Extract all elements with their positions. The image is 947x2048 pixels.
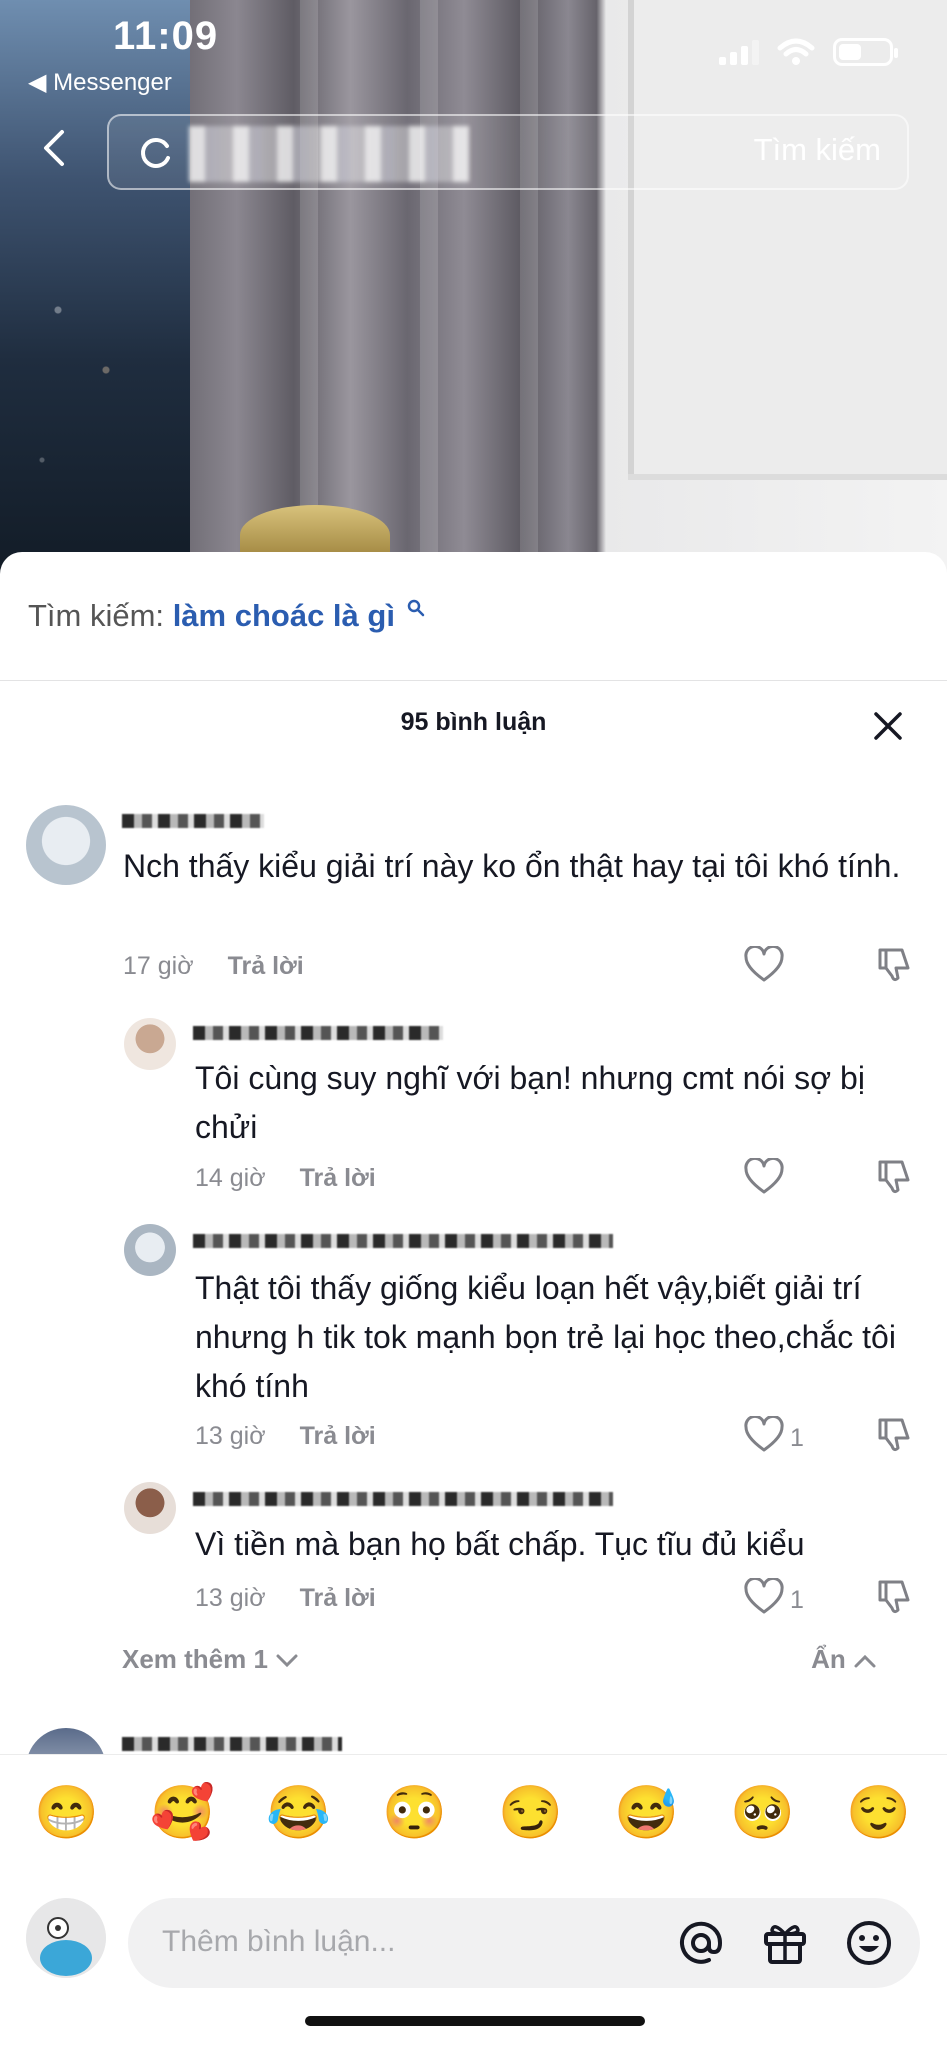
- my-avatar[interactable]: [26, 1898, 106, 1978]
- close-icon[interactable]: [872, 710, 904, 742]
- view-more-label: Xem thêm 1: [122, 1644, 268, 1674]
- heart-icon[interactable]: [744, 1416, 784, 1454]
- username-blurred[interactable]: [193, 1234, 613, 1248]
- avatar-illustration: [26, 1898, 106, 1978]
- comment-input[interactable]: Thêm bình luận...: [128, 1898, 920, 1988]
- dislike-icon[interactable]: [874, 1416, 912, 1454]
- username-blurred[interactable]: [122, 1737, 342, 1751]
- like-count: 1: [790, 1424, 804, 1452]
- dislike-icon[interactable]: [874, 1578, 912, 1616]
- comment-meta: 17 giờ Trả lời: [123, 952, 304, 981]
- avatar[interactable]: [26, 805, 106, 885]
- suggestion-label: Tìm kiếm:: [28, 598, 165, 633]
- like-count: 1: [790, 1586, 804, 1614]
- comment-count: 95 bình luận: [400, 708, 547, 736]
- emoji-button[interactable]: 😏: [498, 1783, 563, 1843]
- suggestion-query[interactable]: làm choác là gì: [173, 598, 395, 633]
- comment-time: 13 giờ: [195, 1584, 266, 1612]
- comment-time: 14 giờ: [195, 1164, 266, 1192]
- hide-replies[interactable]: Ẩn: [811, 1644, 877, 1675]
- comment-meta: 14 giờ Trả lời: [195, 1164, 376, 1193]
- wifi-icon: [777, 38, 815, 65]
- emoji-bar: 😁 🥰 😂 😳 😏 😅 🥺 😌: [0, 1754, 947, 1875]
- back-to-messenger[interactable]: ◀ Messenger: [28, 68, 172, 97]
- comment-placeholder: Thêm bình luận...: [162, 1925, 396, 1958]
- comment-text: Tôi cùng suy nghĩ với bạn! nhưng cmt nói…: [195, 1060, 865, 1145]
- search-suggestion[interactable]: Tìm kiếm: làm choác là gì: [28, 598, 426, 634]
- wall-frame: [628, 0, 947, 480]
- blurred-search-text: [189, 126, 469, 182]
- reply-button[interactable]: Trả lời: [300, 1422, 376, 1450]
- avatar[interactable]: [124, 1224, 176, 1276]
- dislike-icon[interactable]: [874, 1158, 912, 1196]
- loading-icon: [141, 138, 170, 168]
- reply-button[interactable]: Trả lời: [228, 952, 304, 980]
- username-blurred[interactable]: [122, 814, 264, 828]
- avatar[interactable]: [124, 1018, 176, 1070]
- back-chevron-icon[interactable]: [36, 128, 76, 168]
- heart-icon[interactable]: [744, 946, 784, 984]
- heart-icon[interactable]: [744, 1158, 784, 1196]
- emoji-button[interactable]: 🥺: [730, 1783, 795, 1843]
- emoji-button[interactable]: 😁: [34, 1783, 99, 1843]
- comment-sheet: Tìm kiếm: làm choác là gì 95 bình luận N…: [0, 552, 947, 2048]
- emoji-icon[interactable]: [844, 1918, 894, 1968]
- username-blurred[interactable]: [193, 1492, 613, 1506]
- gift-icon[interactable]: [760, 1918, 810, 1968]
- chevron-down-icon: [276, 1654, 298, 1668]
- signal-icon: [719, 39, 759, 65]
- comment-text: Thật tôi thấy giống kiểu loạn hết vậy,bi…: [195, 1270, 896, 1404]
- hide-label: Ẩn: [811, 1644, 846, 1674]
- mention-icon[interactable]: [676, 1918, 726, 1968]
- dislike-icon[interactable]: [874, 946, 912, 984]
- emoji-button[interactable]: 😌: [846, 1783, 911, 1843]
- comment-text: Vì tiền mà bạn họ bất chấp. Tục tĩu đủ k…: [195, 1526, 805, 1562]
- emoji-button[interactable]: 🥰: [150, 1783, 215, 1843]
- comment-text: Nch thấy kiểu giải trí này ko ổn thật ha…: [123, 848, 901, 884]
- home-indicator: [305, 2016, 645, 2026]
- comment-meta: 13 giờ Trả lời: [195, 1584, 376, 1613]
- comment-time: 13 giờ: [195, 1422, 266, 1450]
- divider: [0, 680, 947, 681]
- comment-meta: 13 giờ Trả lời: [195, 1422, 376, 1451]
- heart-icon[interactable]: [744, 1578, 784, 1616]
- reply-button[interactable]: Trả lời: [300, 1164, 376, 1192]
- status-time: 11:09: [113, 14, 219, 58]
- emoji-button[interactable]: 😅: [614, 1783, 679, 1843]
- emoji-button[interactable]: 😂: [266, 1783, 331, 1843]
- battery-icon: [833, 38, 898, 66]
- search-button[interactable]: Tìm kiếm: [754, 132, 881, 168]
- chevron-up-icon: [854, 1655, 876, 1668]
- status-icons: [719, 38, 898, 66]
- comment-time: 17 giờ: [123, 952, 194, 980]
- view-more-replies[interactable]: Xem thêm 1: [122, 1644, 299, 1675]
- search-input[interactable]: Tìm kiếm: [107, 114, 909, 190]
- emoji-button[interactable]: 😳: [382, 1783, 447, 1843]
- reply-button[interactable]: Trả lời: [300, 1584, 376, 1612]
- search-icon: [407, 599, 424, 617]
- comment-composer: Thêm bình luận...: [0, 1874, 947, 2004]
- avatar[interactable]: [124, 1482, 176, 1534]
- username-blurred[interactable]: [193, 1026, 443, 1040]
